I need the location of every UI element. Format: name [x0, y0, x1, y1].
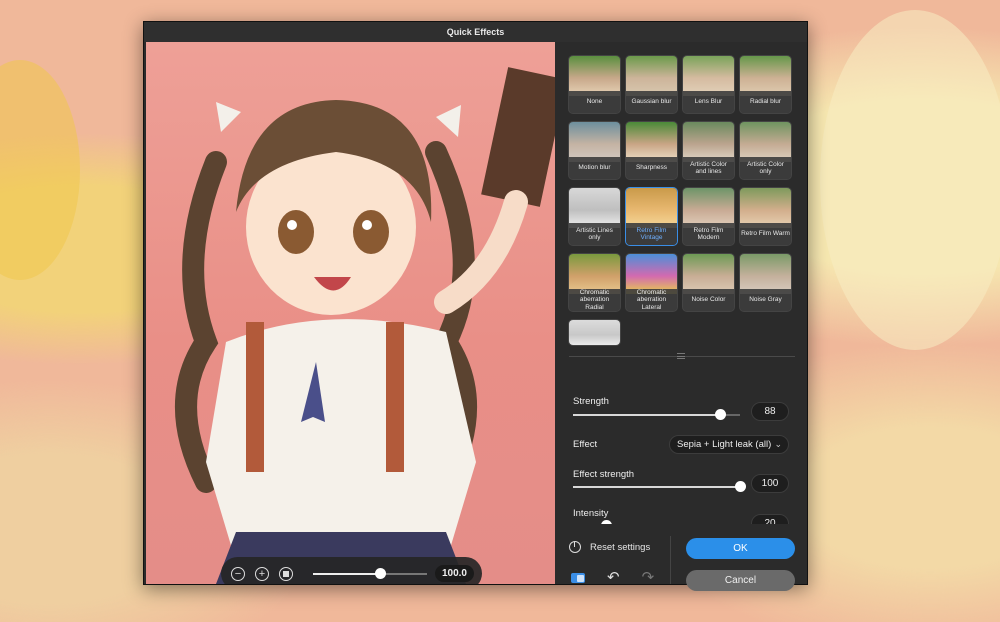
effect-thumbnail-label: None — [569, 91, 620, 113]
chevron-down-icon: ⌄ — [774, 439, 782, 449]
effect-thumbnail[interactable]: Chromatic aberration Radial — [568, 253, 621, 312]
effect-thumbnail[interactable]: None — [568, 55, 621, 114]
effect-thumbnail[interactable]: Artistic Color only — [739, 121, 792, 180]
effects-panel: None Gaussian blur Lens Blur Radial blur Mot… — [563, 42, 807, 591]
footer-separator — [670, 536, 671, 584]
effect-thumbnail-label: Artistic Lines only — [569, 223, 620, 245]
effect-thumbnail-label: Retro Film Warm — [740, 223, 791, 245]
effect-thumbnail[interactable]: Motion blur — [568, 121, 621, 180]
effect-preview-image — [626, 188, 677, 228]
zoom-out-icon[interactable]: − — [231, 566, 245, 581]
effect-thumbnail[interactable] — [568, 319, 621, 346]
effect-preview-image — [740, 56, 791, 96]
effect-preview-image — [740, 254, 791, 294]
background-artwork-left — [0, 60, 80, 280]
zoom-toolbar: − + 100.0 — [221, 557, 482, 584]
strength-slider[interactable] — [573, 409, 740, 421]
zoom-in-icon[interactable]: + — [255, 566, 269, 581]
effect-preview-image — [569, 56, 620, 96]
effect-preview-image — [740, 122, 791, 162]
effect-preview-image — [626, 122, 677, 162]
history-toolbar: ↶ ↷ — [571, 570, 655, 585]
effect-preview-image — [569, 122, 620, 162]
zoom-value[interactable]: 100.0 — [434, 565, 474, 582]
effect-thumbnail[interactable]: Retro Film Modern — [682, 187, 735, 246]
effect-thumbnail[interactable]: Retro Film Vintage — [625, 187, 678, 246]
effect-thumbnail-label: Artistic Color and lines — [683, 157, 734, 179]
effect-thumbnail[interactable]: Radial blur — [739, 55, 792, 114]
effect-preview-image — [683, 56, 734, 96]
effect-thumbnail-label: Sharpness — [626, 157, 677, 179]
effect-preview-image — [683, 188, 734, 228]
effect-dropdown-value: Sepia + Light leak (all) — [677, 439, 772, 450]
effect-thumbnail-label: Chromatic aberration Radial — [569, 289, 620, 311]
effect-preview-image — [683, 254, 734, 294]
redo-icon[interactable]: ↷ — [642, 570, 655, 585]
effect-strength-slider[interactable] — [573, 481, 746, 493]
reset-settings-label: Reset settings — [590, 541, 651, 553]
zoom-slider-handle[interactable] — [375, 567, 387, 579]
effect-dropdown[interactable]: Sepia + Light leak (all) ⌄ — [669, 435, 789, 454]
effect-thumbnail-label: Lens Blur — [683, 91, 734, 113]
preview-illustration — [175, 67, 555, 584]
effect-thumbnail-label: Retro Film Modern — [683, 223, 734, 245]
effect-thumbnail[interactable]: Gaussian blur — [625, 55, 678, 114]
image-preview[interactable]: − + 100.0 — [146, 42, 555, 584]
effect-thumbnail-label: Radial blur — [740, 91, 791, 113]
effect-strength-slider-handle[interactable] — [735, 481, 746, 492]
effect-thumbnail[interactable]: Sharpness — [625, 121, 678, 180]
effect-label: Effect — [573, 439, 598, 450]
effect-thumbnail[interactable]: Noise Color — [682, 253, 735, 312]
effect-thumbnail-label: Chromatic aberration Lateral — [626, 289, 677, 311]
effect-strength-label: Effect strength — [573, 469, 635, 480]
effect-preview-image — [683, 122, 734, 162]
intensity-label: Intensity — [573, 508, 609, 519]
strength-slider-handle[interactable] — [714, 409, 726, 420]
strength-value[interactable]: 88 — [751, 402, 789, 421]
ok-button[interactable]: OK — [686, 538, 795, 559]
effect-preview-image — [569, 320, 620, 345]
effect-preview-image — [626, 56, 677, 96]
effect-thumbnail-label: Gaussian blur — [626, 91, 677, 113]
undo-icon[interactable]: ↶ — [607, 570, 620, 585]
effect-thumbnail[interactable]: Chromatic aberration Lateral — [625, 253, 678, 312]
effect-preview-image — [740, 188, 791, 228]
cancel-button[interactable]: Cancel — [686, 570, 795, 591]
reset-settings-button[interactable]: Reset settings — [569, 541, 650, 553]
effect-thumbnail-label: Motion blur — [569, 157, 620, 179]
effect-thumbnail[interactable]: Retro Film Warm — [739, 187, 792, 246]
effect-strength-value[interactable]: 100 — [751, 474, 789, 493]
effect-thumbnail-label: Artistic Color only — [740, 157, 791, 179]
fit-screen-icon[interactable] — [279, 566, 293, 581]
effect-thumbnail-label: Retro Film Vintage — [626, 223, 677, 245]
resize-grip-icon[interactable] — [677, 353, 685, 359]
effect-thumbnail[interactable]: Lens Blur — [682, 55, 735, 114]
compare-toggle-icon[interactable] — [571, 573, 585, 583]
zoom-slider[interactable] — [313, 567, 427, 581]
effect-preview-image — [569, 188, 620, 228]
quick-effects-dialog: Quick Effects − + 100.0 None Gaussian bl… — [143, 21, 808, 591]
strength-label: Strength — [573, 396, 609, 407]
effect-thumbnail-label: Noise Gray — [740, 289, 791, 311]
effect-thumbnail[interactable]: Artistic Lines only — [568, 187, 621, 246]
effect-thumbnail[interactable]: Artistic Color and lines — [682, 121, 735, 180]
effect-thumbnail-label: Noise Color — [683, 289, 734, 311]
dialog-title: Quick Effects — [144, 22, 807, 42]
reset-icon — [569, 541, 581, 553]
background-artwork-right — [820, 10, 1000, 350]
effect-thumbnail[interactable]: Noise Gray — [739, 253, 792, 312]
dialog-footer: Reset settings ↶ ↷ OK Cancel — [563, 524, 807, 591]
